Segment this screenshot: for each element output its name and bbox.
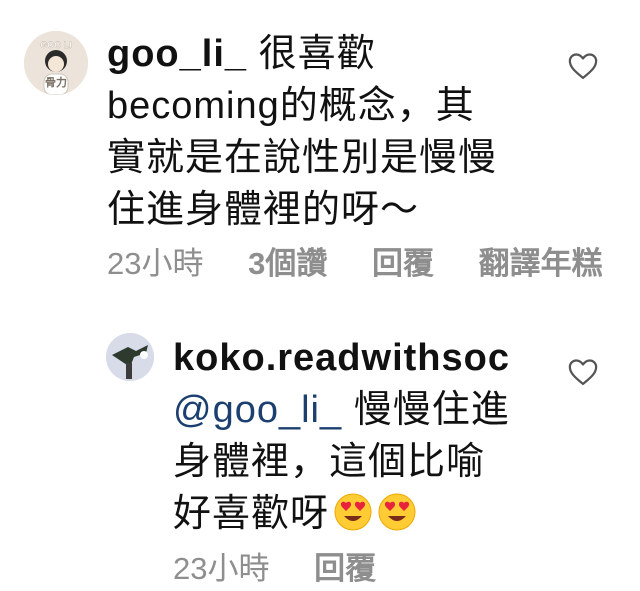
comment-text-line: 住進身體裡的呀～ (107, 189, 420, 231)
comment-text-line: 慢慢住進 (342, 389, 510, 431)
reply-button[interactable]: 回覆 (314, 543, 376, 588)
timestamp: 23小時 (173, 551, 270, 586)
comment-text-line: 好喜歡呀 (173, 493, 330, 535)
heart-eyes-emoji-icon (334, 493, 372, 531)
like-heart-icon[interactable] (568, 52, 598, 80)
comment-body: goo_li_ 很喜歡 becoming的概念，其 實就是在說性別是慢慢 住進身… (107, 28, 497, 236)
comment-text-line: becoming的概念，其 (107, 85, 475, 127)
goo-li-avatar-icon[interactable]: GOO LI 骨力 (24, 31, 88, 95)
comment-meta: 23小時 回覆 (173, 543, 376, 588)
avatar-logo-bottom: 骨力 (45, 75, 67, 89)
timestamp: 23小時 (107, 246, 204, 281)
comment-meta: 23小時 3個讚 回覆 翻譯年糕 (107, 238, 603, 283)
avatar-logo-top: GOO LI (40, 40, 72, 50)
translate-button[interactable]: 翻譯年糕 (479, 238, 603, 283)
comment-text-line: 實就是在說性別是慢慢 (107, 137, 498, 179)
heart-eyes-emoji-icon (378, 493, 416, 531)
reply-button[interactable]: 回覆 (372, 238, 434, 283)
likes-count-button[interactable]: 3個讚 (248, 238, 327, 283)
username-link[interactable]: goo_li_ (107, 33, 247, 75)
koko-avatar-icon[interactable] (106, 333, 154, 381)
comment-text-line: 很喜歡 (258, 33, 376, 75)
mention-link[interactable]: @goo_li_ (173, 389, 342, 431)
reply-body: koko.readwithsoc @goo_li_ 慢慢住進 身體裡，這個比喻 … (173, 332, 510, 540)
like-heart-icon[interactable] (568, 358, 598, 386)
comment-text-line: 身體裡，這個比喻 (173, 441, 486, 483)
username-link[interactable]: koko.readwithsoc (173, 332, 510, 384)
